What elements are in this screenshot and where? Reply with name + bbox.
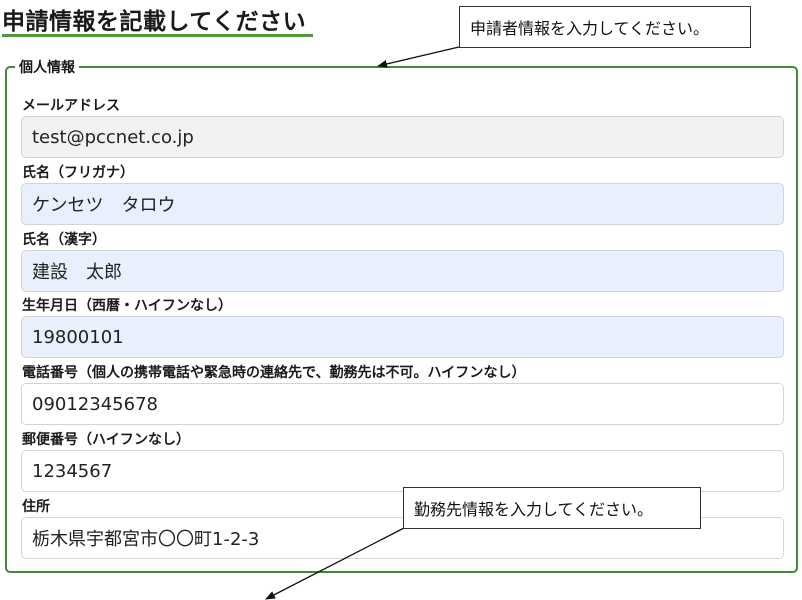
birthdate-field[interactable]: [21, 316, 784, 358]
employer-info-callout-text: 勤務先情報を入力してください。: [414, 500, 654, 519]
applicant-info-callout: 申請者情報を入力してください。: [459, 6, 751, 48]
phone-label: 電話番号（個人の携帯電話や緊急時の連絡先で、勤務先は不可。ハイフンなし）: [22, 365, 526, 381]
name-kanji-label: 氏名（漢字）: [22, 232, 106, 248]
name-kanji-field[interactable]: [21, 250, 784, 292]
page-title: 申請情報を記載してください: [2, 9, 307, 35]
application-page: 申請情報を記載してください 個人情報 メールアドレス 氏名（フリガナ） 氏名（漢…: [0, 0, 802, 600]
postal-code-label: 郵便番号（ハイフンなし）: [22, 432, 190, 448]
birthdate-label: 生年月日（西暦・ハイフンなし）: [22, 298, 232, 314]
applicant-info-callout-text: 申請者情報を入力してください。: [470, 19, 710, 38]
name-kana-field[interactable]: [21, 183, 784, 225]
name-kana-label: 氏名（フリガナ）: [22, 165, 134, 181]
email-label: メールアドレス: [22, 98, 120, 114]
address-label: 住所: [22, 499, 50, 515]
title-underline: [2, 34, 313, 37]
phone-field[interactable]: [21, 383, 784, 425]
personal-info-legend: 個人情報: [19, 60, 75, 76]
email-field[interactable]: [21, 116, 784, 158]
postal-code-field[interactable]: [21, 450, 784, 492]
employer-info-callout: 勤務先情報を入力してください。: [403, 487, 701, 529]
